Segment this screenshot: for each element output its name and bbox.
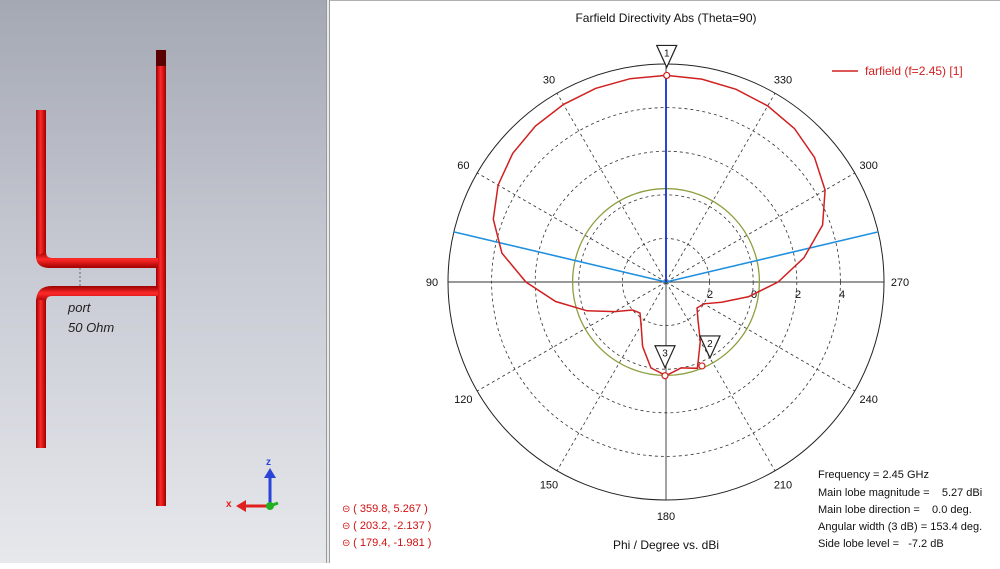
marker-readout-2: ⊝ ( 203.2, -2.137 ) [342,520,431,532]
marker-icon: ⊝ [342,504,354,515]
impedance-label: 50 Ohm [68,320,115,335]
info-main-lobe-direction: Main lobe direction = 0.0 deg. [818,504,972,516]
chart-title: Farfield Directivity Abs (Theta=90) [575,11,756,25]
marker-dot-2 [698,362,706,370]
beamwidth-lines [453,75,879,283]
markers[interactable]: 1 2 3 [654,44,721,380]
legend-label: farfield (f=2.45) [1] [865,64,963,78]
angle-label-270: 270 [891,277,909,289]
z-axis-label: z [266,457,271,468]
long-dipole-rod[interactable] [156,50,166,506]
model-view-panel[interactable]: port 50 Ohm z x [0,0,326,563]
angle-label-300: 300 [859,160,877,172]
angle-label-210: 210 [774,480,792,492]
farfield-trace [492,74,826,377]
upper-feed-bend[interactable] [36,252,158,268]
radial-tick-0: 2 [707,289,713,301]
spoke-120 [477,281,667,392]
spoke-30 [556,93,667,283]
marker-flag-label-2: 2 [707,339,713,350]
beamwidth-line-2 [665,231,879,283]
angle-label-180: 180 [657,511,675,523]
marker-dot-3 [661,372,669,380]
marker-readout-3: ⊝ ( 179.4, -1.981 ) [342,537,431,549]
info-side-lobe-level: Side lobe level = -7.2 dB [818,538,944,550]
x-axis-label: x [226,499,232,510]
marker-dot-1 [663,71,671,80]
port-label: port [68,300,91,315]
marker-icon: ⊝ [342,521,354,532]
spoke-330 [665,93,776,283]
angle-label-60: 60 [457,160,469,172]
info-angular-width: Angular width (3 dB) = 153.4 deg. [818,521,983,533]
dipole-antenna-model[interactable] [0,0,326,563]
spoke-210 [665,281,776,471]
marker-flag-label-3: 3 [662,349,668,360]
info-main-lobe-magnitude: Main lobe magnitude = 5.27 dBi [818,487,983,499]
angle-label-150: 150 [540,480,558,492]
spoke-300 [665,172,855,283]
marker-flag-label-1: 1 [664,48,670,59]
angle-label-240: 240 [859,394,877,406]
marker-icon: ⊝ [342,538,354,549]
marker-readout-1: ⊝ ( 359.8, 5.267 ) [342,503,428,515]
spoke-150 [556,281,667,471]
angle-label-330: 330 [774,74,792,86]
radial-tick-3: 4 [839,289,845,301]
marker-readout-text: ( 179.4, -1.981 ) [353,537,432,549]
marker-readout-text: ( 203.2, -2.137 ) [353,520,432,532]
upper-arm-rod[interactable] [36,110,46,258]
axis-triad [236,468,279,512]
radial-tick-2: 2 [795,289,801,301]
rod-top-cap [156,50,166,66]
angle-label-90: 90 [426,277,438,289]
radial-tick-labels: 2024 [707,289,845,301]
series-trace[interactable] [492,74,826,377]
lower-arm-rod[interactable] [36,300,46,448]
spoke-240 [665,281,855,392]
angle-label-30: 30 [543,74,555,86]
farfield-plot-panel[interactable]: Farfield Directivity Abs (Theta=90) Phi … [330,0,1000,563]
beamwidth-line-1 [453,231,667,283]
marker-readout-text: ( 359.8, 5.267 ) [353,503,428,515]
lower-feed-bend[interactable] [36,286,158,302]
info-frequency: Frequency = 2.45 GHz [818,469,929,481]
legend[interactable]: farfield (f=2.45) [1] [832,64,963,78]
angle-labels: 30 60 90 120 150 180 210 240 270 300 330 [426,74,909,523]
angle-label-120: 120 [454,394,472,406]
chart-xlabel: Phi / Degree vs. dBi [613,538,719,552]
spoke-60 [477,172,667,283]
